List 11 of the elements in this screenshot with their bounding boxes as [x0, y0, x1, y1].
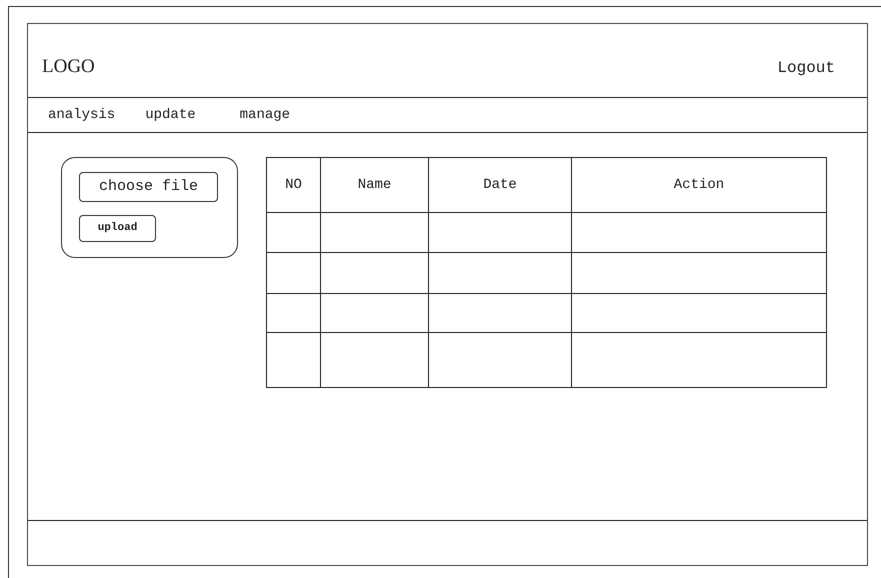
upload-button[interactable]: upload — [79, 215, 156, 242]
logout-link[interactable]: Logout — [777, 56, 853, 80]
column-header: NO — [267, 158, 321, 212]
nav-link[interactable]: update — [145, 104, 196, 126]
choose-file-button[interactable]: choose file — [79, 172, 218, 202]
column-header: Name — [321, 158, 429, 212]
column-header: Action — [672, 176, 726, 194]
nav-link[interactable]: manage — [240, 104, 290, 126]
logo: LOGO — [42, 55, 95, 80]
column-header: Date — [429, 158, 572, 212]
nav-link[interactable]: analysis — [48, 104, 116, 126]
